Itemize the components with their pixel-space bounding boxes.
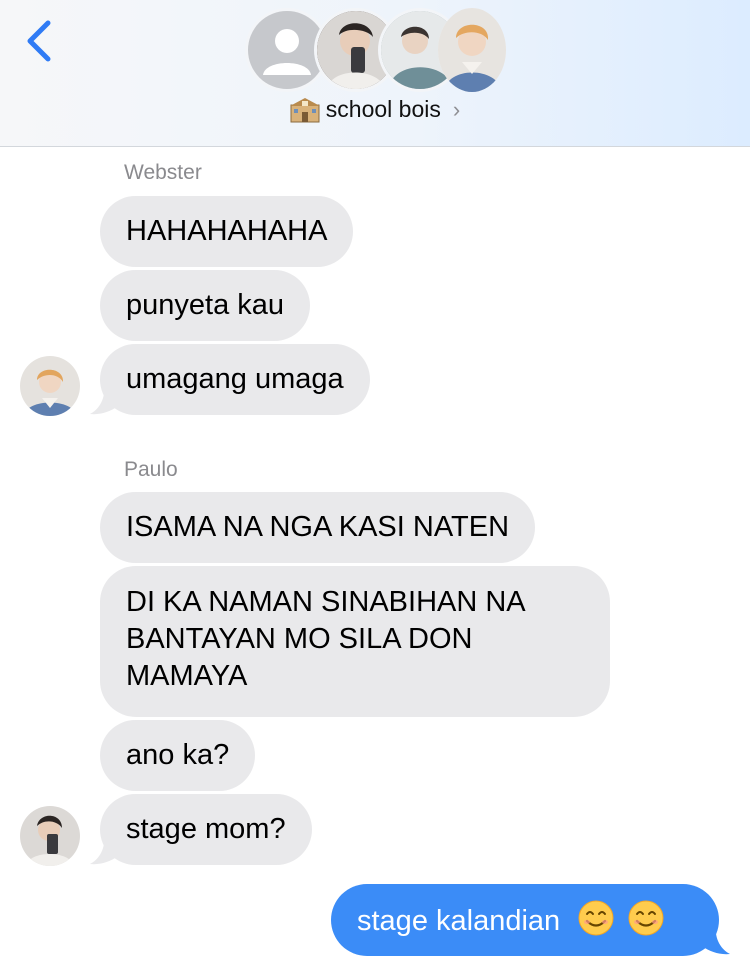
school-building-icon	[289, 97, 320, 122]
incoming-message[interactable]: HAHAHAHAHA	[100, 196, 354, 267]
sender-name: Paulo	[124, 458, 178, 481]
incoming-message[interactable]: punyeta kau	[100, 270, 311, 341]
incoming-message[interactable]: stage mom?	[100, 794, 312, 865]
smiling-face-icon	[628, 900, 664, 936]
bubble-tail	[90, 834, 118, 865]
bubble-tail	[90, 384, 118, 415]
incoming-message[interactable]: umagang umaga	[100, 344, 370, 415]
person-photo-icon	[20, 356, 80, 416]
person-photo-icon	[20, 806, 80, 866]
outgoing-message-text: stage kalandian	[357, 905, 561, 937]
outgoing-message[interactable]: stage kalandian	[331, 884, 719, 956]
sender-name: Webster	[124, 161, 202, 184]
incoming-message[interactable]: DI KA NAMAN SINABIHAN NA BANTAYAN MO SIL…	[100, 566, 610, 717]
bubble-tail	[702, 924, 730, 955]
incoming-message[interactable]: ano ka?	[100, 720, 256, 791]
paulo-avatar[interactable]	[20, 806, 80, 866]
conversation-header: school bois ›	[0, 0, 750, 147]
chevron-right-icon: ›	[452, 96, 461, 122]
person-photo-icon	[438, 8, 506, 92]
smiling-face-icon	[578, 900, 614, 936]
group-title[interactable]: school bois ›	[0, 96, 750, 128]
incoming-message[interactable]: ISAMA NA NGA KASI NATEN	[100, 492, 536, 563]
back-chevron-icon[interactable]	[20, 18, 60, 64]
webster-avatar[interactable]	[20, 356, 80, 416]
group-name: school bois	[325, 96, 441, 122]
